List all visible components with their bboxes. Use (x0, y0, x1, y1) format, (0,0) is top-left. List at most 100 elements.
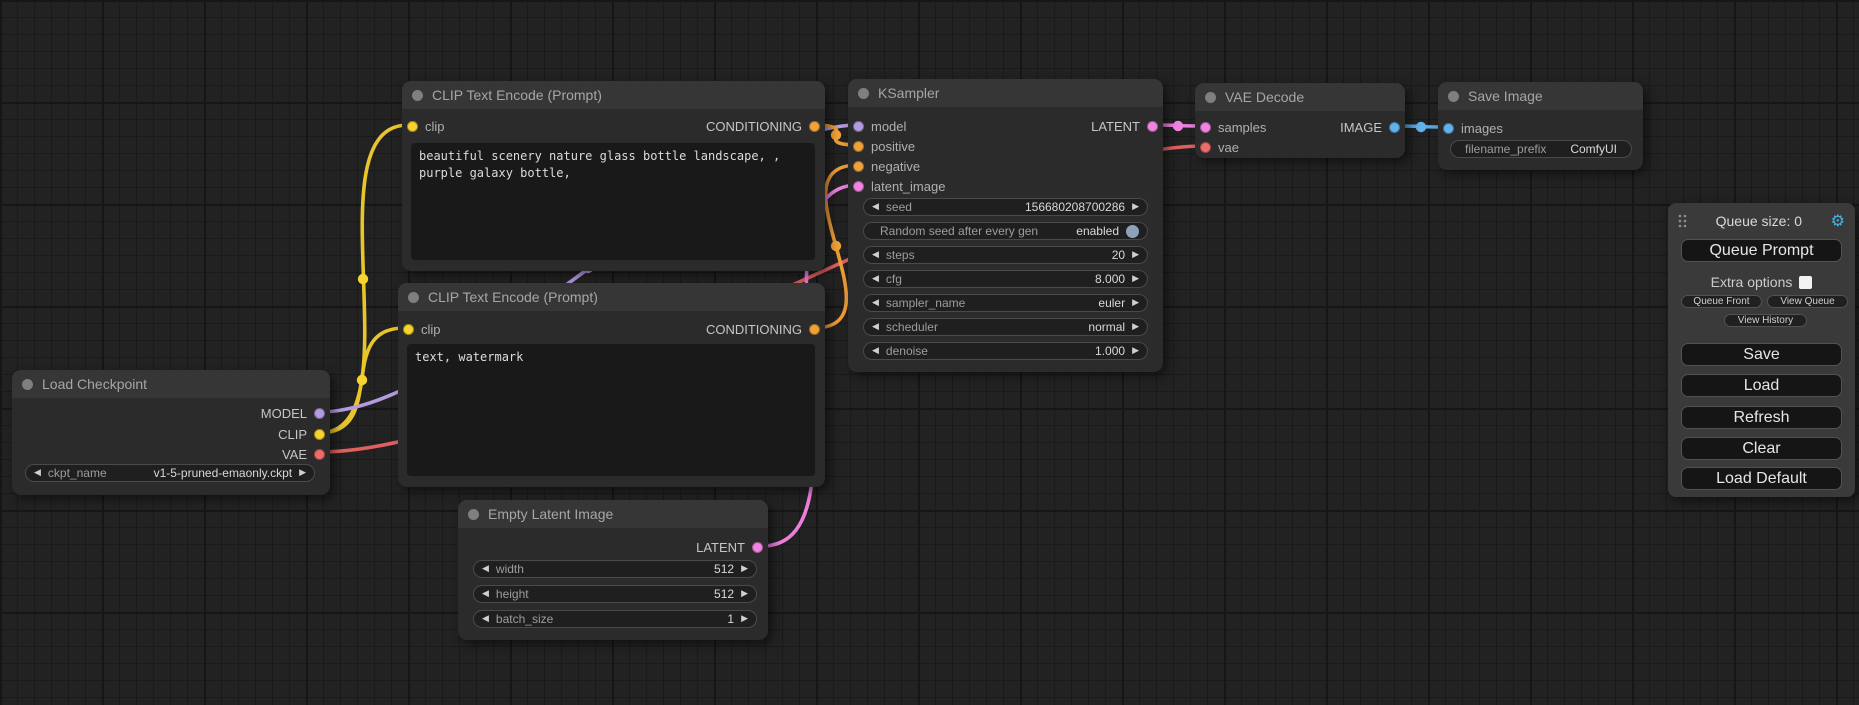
node-graph-canvas[interactable]: Load Checkpoint MODEL CLIP VAE ◀ ckpt_na… (0, 0, 1859, 705)
input-label: latent_image (871, 179, 945, 194)
image-port-icon[interactable] (1443, 123, 1454, 134)
node-save-image[interactable]: Save Image images filename_prefix ComfyU… (1438, 82, 1643, 170)
link-dot[interactable] (831, 130, 841, 140)
clear-button[interactable]: Clear (1681, 437, 1842, 460)
model-port-icon[interactable] (314, 408, 325, 419)
widget-label: cfg (886, 272, 902, 286)
decrement-arrow-icon[interactable]: ◀ (872, 299, 879, 308)
collapse-dot-icon[interactable] (1448, 91, 1459, 102)
increment-arrow-icon[interactable]: ▶ (1132, 323, 1139, 332)
increment-arrow-icon[interactable]: ▶ (741, 590, 748, 599)
conditioning-port-icon[interactable] (853, 141, 864, 152)
decrement-arrow-icon[interactable]: ◀ (872, 251, 879, 260)
increment-arrow-icon[interactable]: ▶ (299, 469, 306, 478)
view-queue-button[interactable]: View Queue (1767, 295, 1848, 308)
decrement-arrow-icon[interactable]: ◀ (872, 347, 879, 356)
decrement-arrow-icon[interactable]: ◀ (482, 615, 489, 624)
prompt-textarea[interactable]: beautiful scenery nature glass bottle la… (411, 143, 815, 260)
increment-arrow-icon[interactable]: ▶ (1132, 275, 1139, 284)
decrement-arrow-icon[interactable]: ◀ (482, 590, 489, 599)
output-conditioning: CONDITIONING (706, 119, 820, 134)
collapse-dot-icon[interactable] (1205, 92, 1216, 103)
input-label: samples (1218, 120, 1266, 135)
conditioning-port-icon[interactable] (853, 161, 864, 172)
refresh-button[interactable]: Refresh (1681, 406, 1842, 429)
model-port-icon[interactable] (853, 121, 864, 132)
link-dot[interactable] (1173, 121, 1183, 131)
drag-handle-icon[interactable] (1678, 214, 1687, 228)
node-clip-text-encode-positive[interactable]: CLIP Text Encode (Prompt) clip CONDITION… (402, 81, 825, 271)
sampler-name-widget[interactable]: ◀ sampler_name euler ▶ (863, 294, 1148, 312)
increment-arrow-icon[interactable]: ▶ (1132, 347, 1139, 356)
clip-port-icon[interactable] (407, 121, 418, 132)
prompt-textarea[interactable]: text, watermark (407, 344, 815, 476)
increment-arrow-icon[interactable]: ▶ (1132, 299, 1139, 308)
node-vae-decode[interactable]: VAE Decode samples vae IMAGE (1195, 83, 1405, 158)
steps-widget[interactable]: ◀ steps 20 ▶ (863, 246, 1148, 264)
node-ksampler[interactable]: KSampler model positive negative latent_… (848, 79, 1163, 372)
load-default-button[interactable]: Load Default (1681, 467, 1842, 490)
cfg-widget[interactable]: ◀ cfg 8.000 ▶ (863, 270, 1148, 288)
decrement-arrow-icon[interactable]: ◀ (872, 323, 879, 332)
extra-options-label: Extra options (1711, 274, 1793, 290)
link-dot[interactable] (1416, 122, 1426, 132)
decrement-arrow-icon[interactable]: ◀ (482, 565, 489, 574)
link-dot[interactable] (831, 241, 841, 251)
node-title-bar[interactable]: KSampler (848, 79, 1163, 107)
decrement-arrow-icon[interactable]: ◀ (872, 203, 879, 212)
save-button[interactable]: Save (1681, 343, 1842, 366)
collapse-dot-icon[interactable] (412, 90, 423, 101)
node-empty-latent-image[interactable]: Empty Latent Image LATENT ◀ width 512 ▶ … (458, 500, 768, 640)
node-title-bar[interactable]: CLIP Text Encode (Prompt) (398, 283, 825, 311)
seed-widget[interactable]: ◀ seed 156680208700286 ▶ (863, 198, 1148, 216)
width-widget[interactable]: ◀ width 512 ▶ (473, 560, 757, 578)
queue-prompt-button[interactable]: Queue Prompt (1681, 239, 1842, 262)
latent-port-icon[interactable] (1147, 121, 1158, 132)
increment-arrow-icon[interactable]: ▶ (741, 565, 748, 574)
vae-port-icon[interactable] (1200, 142, 1211, 153)
ckpt-name-widget[interactable]: ◀ ckpt_name v1-5-pruned-emaonly.ckpt ▶ (25, 464, 315, 482)
extra-options-checkbox[interactable] (1799, 276, 1812, 289)
node-title-bar[interactable]: Load Checkpoint (12, 370, 330, 398)
collapse-dot-icon[interactable] (468, 509, 479, 520)
collapse-dot-icon[interactable] (858, 88, 869, 99)
random-seed-widget[interactable]: Random seed after every gen enabled (863, 222, 1148, 240)
scheduler-widget[interactable]: ◀ scheduler normal ▶ (863, 318, 1148, 336)
denoise-widget[interactable]: ◀ denoise 1.000 ▶ (863, 342, 1148, 360)
latent-port-icon[interactable] (1200, 122, 1211, 133)
output-label: CONDITIONING (706, 322, 802, 337)
widget-label: Random seed after every gen (880, 224, 1038, 238)
link-dot[interactable] (357, 375, 367, 385)
collapse-dot-icon[interactable] (408, 292, 419, 303)
batch-size-widget[interactable]: ◀ batch_size 1 ▶ (473, 610, 757, 628)
filename-prefix-widget[interactable]: filename_prefix ComfyUI (1450, 140, 1632, 158)
node-title-bar[interactable]: Save Image (1438, 82, 1643, 110)
settings-gear-icon[interactable]: ⚙ (1831, 213, 1845, 229)
decrement-arrow-icon[interactable]: ◀ (872, 275, 879, 284)
decrement-arrow-icon[interactable]: ◀ (34, 469, 41, 478)
latent-port-icon[interactable] (752, 542, 763, 553)
node-title-bar[interactable]: VAE Decode (1195, 83, 1405, 111)
node-clip-text-encode-negative[interactable]: CLIP Text Encode (Prompt) clip CONDITION… (398, 283, 825, 487)
height-widget[interactable]: ◀ height 512 ▶ (473, 585, 757, 603)
conditioning-port-icon[interactable] (809, 324, 820, 335)
random-seed-toggle[interactable] (1126, 225, 1139, 238)
node-title-bar[interactable]: Empty Latent Image (458, 500, 768, 528)
latent-port-icon[interactable] (853, 181, 864, 192)
output-latent: LATENT (696, 540, 763, 555)
conditioning-port-icon[interactable] (809, 121, 820, 132)
increment-arrow-icon[interactable]: ▶ (1132, 251, 1139, 260)
vae-port-icon[interactable] (314, 449, 325, 460)
collapse-dot-icon[interactable] (22, 379, 33, 390)
queue-front-button[interactable]: Queue Front (1681, 295, 1762, 308)
image-port-icon[interactable] (1389, 122, 1400, 133)
clip-port-icon[interactable] (314, 429, 325, 440)
increment-arrow-icon[interactable]: ▶ (1132, 203, 1139, 212)
view-history-button[interactable]: View History (1724, 314, 1807, 327)
load-button[interactable]: Load (1681, 374, 1842, 397)
node-title-bar[interactable]: CLIP Text Encode (Prompt) (402, 81, 825, 109)
increment-arrow-icon[interactable]: ▶ (741, 615, 748, 624)
link-dot[interactable] (358, 274, 368, 284)
clip-port-icon[interactable] (403, 324, 414, 335)
node-load-checkpoint[interactable]: Load Checkpoint MODEL CLIP VAE ◀ ckpt_na… (12, 370, 330, 495)
